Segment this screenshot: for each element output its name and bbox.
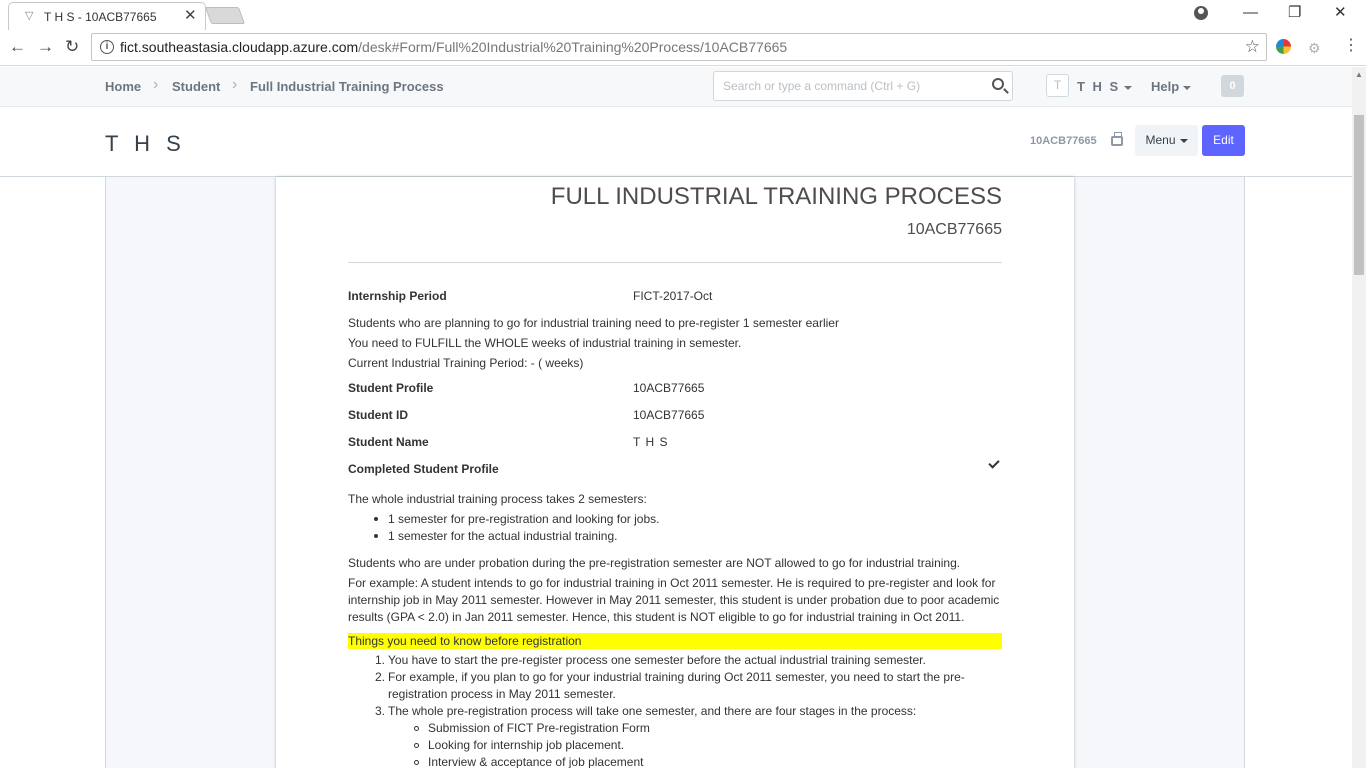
- step-text: The whole pre-registration process will …: [388, 704, 917, 718]
- favicon-icon: ▽: [25, 10, 34, 22]
- page: Home › Student › Full Industrial Trainin…: [0, 67, 1352, 768]
- print-icon[interactable]: [1111, 132, 1123, 146]
- field-label-student-profile: Student Profile: [348, 381, 434, 395]
- bullet-icon: [374, 517, 378, 521]
- note-line: You need to FULFILL the WHOLE weeks of i…: [348, 336, 742, 350]
- probation-text: Students who are under probation during …: [348, 556, 961, 570]
- stage-item: Looking for internship job placement.: [428, 738, 625, 752]
- avatar[interactable]: T: [1046, 74, 1069, 97]
- field-label-student-name: Student Name: [348, 435, 429, 449]
- divider: [348, 262, 1002, 263]
- awesome-bar[interactable]: [713, 71, 1013, 101]
- process-intro: The whole industrial training process ta…: [348, 492, 647, 506]
- forward-icon[interactable]: →: [37, 37, 54, 57]
- breadcrumb-current[interactable]: Full Industrial Training Process: [250, 79, 444, 94]
- stage-item: Interview & acceptance of job placement: [428, 755, 644, 768]
- restore-icon[interactable]: ❐: [1288, 4, 1301, 22]
- tab-close-icon[interactable]: ✕: [184, 8, 197, 24]
- extension-icon[interactable]: [1276, 39, 1291, 54]
- list-item: 1 semester for pre-registration and look…: [388, 512, 660, 526]
- highlight-text: Things you need to know before registrat…: [348, 634, 582, 648]
- field-label-completed-profile: Completed Student Profile: [348, 462, 499, 476]
- bullet-icon: [374, 534, 378, 538]
- minimize-icon[interactable]: —: [1243, 4, 1258, 22]
- breadcrumb-home[interactable]: Home: [105, 79, 141, 94]
- extension-gear-icon[interactable]: ⚙: [1308, 40, 1321, 57]
- url-text[interactable]: fict.southeastasia.cloudapp.azure.com/de…: [120, 39, 787, 55]
- new-tab-button[interactable]: [204, 7, 246, 24]
- chevron-right-icon: ›: [153, 76, 159, 93]
- step-text: For example, if you plan to go for your …: [388, 670, 965, 684]
- step-text: registration process in May 2011 semeste…: [388, 687, 616, 701]
- page-head: T H S 10ACB77665 Menu Edit: [0, 107, 1352, 177]
- breadcrumb-student[interactable]: Student: [172, 79, 220, 94]
- example-line: internship job in May 2011 semester. How…: [348, 593, 1000, 607]
- step-number: 1.: [375, 653, 386, 667]
- close-window-icon[interactable]: ✕: [1334, 4, 1347, 22]
- page-scrollbar[interactable]: ▲: [1352, 67, 1366, 768]
- back-icon[interactable]: ←: [9, 37, 26, 57]
- highlighted-heading: Things you need to know before registrat…: [348, 633, 1002, 649]
- account-icon[interactable]: [1194, 6, 1208, 20]
- document-subheading: 10ACB77665: [906, 221, 1002, 238]
- doc-id-label: 10ACB77665: [1030, 135, 1097, 147]
- step-number: 3.: [375, 704, 386, 718]
- search-icon[interactable]: [992, 78, 1004, 90]
- circle-bullet-icon: [414, 726, 419, 731]
- address-bar[interactable]: i fict.southeastasia.cloudapp.azure.com/…: [91, 33, 1267, 61]
- browser-tab-strip: ▽ T H S - 10ACB77665 ✕ — ❐ ✕: [0, 0, 1366, 30]
- field-value-student-id: 10ACB77665: [633, 408, 705, 422]
- example-line: For example: A student intends to go for…: [348, 576, 996, 590]
- step-number: 2.: [375, 670, 386, 684]
- chevron-right-icon: ›: [232, 76, 238, 93]
- user-menu[interactable]: T H S: [1077, 79, 1133, 94]
- menu-button[interactable]: Menu: [1135, 125, 1198, 156]
- print-preview-area: FULL INDUSTRIAL TRAINING PROCESS 10ACB77…: [105, 177, 1245, 768]
- info-icon[interactable]: i: [100, 40, 114, 54]
- stage-item: Submission of FICT Pre-registration Form: [428, 721, 650, 735]
- browser-toolbar: ← → ↻ i fict.southeastasia.cloudapp.azur…: [0, 30, 1366, 66]
- help-menu[interactable]: Help: [1151, 79, 1192, 94]
- field-value-internship-period: FICT-2017-Oct: [633, 289, 713, 303]
- note-line: Current Industrial Training Period: - ( …: [348, 356, 584, 370]
- caret-down-icon: [1124, 85, 1133, 90]
- circle-bullet-icon: [414, 760, 419, 765]
- top-navbar: Home › Student › Full Industrial Trainin…: [0, 67, 1352, 107]
- print-sheet: FULL INDUSTRIAL TRAINING PROCESS 10ACB77…: [276, 177, 1074, 768]
- caret-down-icon: [1183, 85, 1192, 90]
- scroll-up-icon[interactable]: ▲: [1355, 70, 1363, 79]
- notification-badge[interactable]: 0: [1221, 75, 1244, 97]
- check-icon: [988, 457, 1000, 469]
- list-item: 1 semester for the actual industrial tra…: [388, 529, 618, 543]
- caret-down-icon: [1179, 138, 1188, 143]
- field-label-internship-period: Internship Period: [348, 289, 447, 303]
- browser-menu-icon[interactable]: ⋮: [1343, 36, 1359, 56]
- reload-icon[interactable]: ↻: [65, 37, 79, 57]
- tab-title: T H S - 10ACB77665: [44, 10, 157, 24]
- document-heading: FULL INDUSTRIAL TRAINING PROCESS: [550, 183, 1002, 210]
- note-line: Students who are planning to go for indu…: [348, 316, 839, 330]
- field-value-student-name: T H S: [633, 435, 669, 449]
- field-label-student-id: Student ID: [348, 408, 408, 422]
- scroll-thumb[interactable]: [1354, 115, 1364, 275]
- step-text: You have to start the pre-register proce…: [388, 653, 926, 667]
- edit-button[interactable]: Edit: [1202, 125, 1245, 156]
- circle-bullet-icon: [414, 743, 419, 748]
- example-line: results (GPA < 2.0) in Jan 2011 semester…: [348, 610, 965, 624]
- page-title: T H S: [105, 131, 186, 156]
- browser-tab[interactable]: ▽ T H S - 10ACB77665 ✕: [8, 2, 206, 30]
- bookmark-star-icon[interactable]: ☆: [1245, 37, 1260, 57]
- field-value-student-profile: 10ACB77665: [633, 381, 705, 395]
- search-input[interactable]: [723, 79, 983, 93]
